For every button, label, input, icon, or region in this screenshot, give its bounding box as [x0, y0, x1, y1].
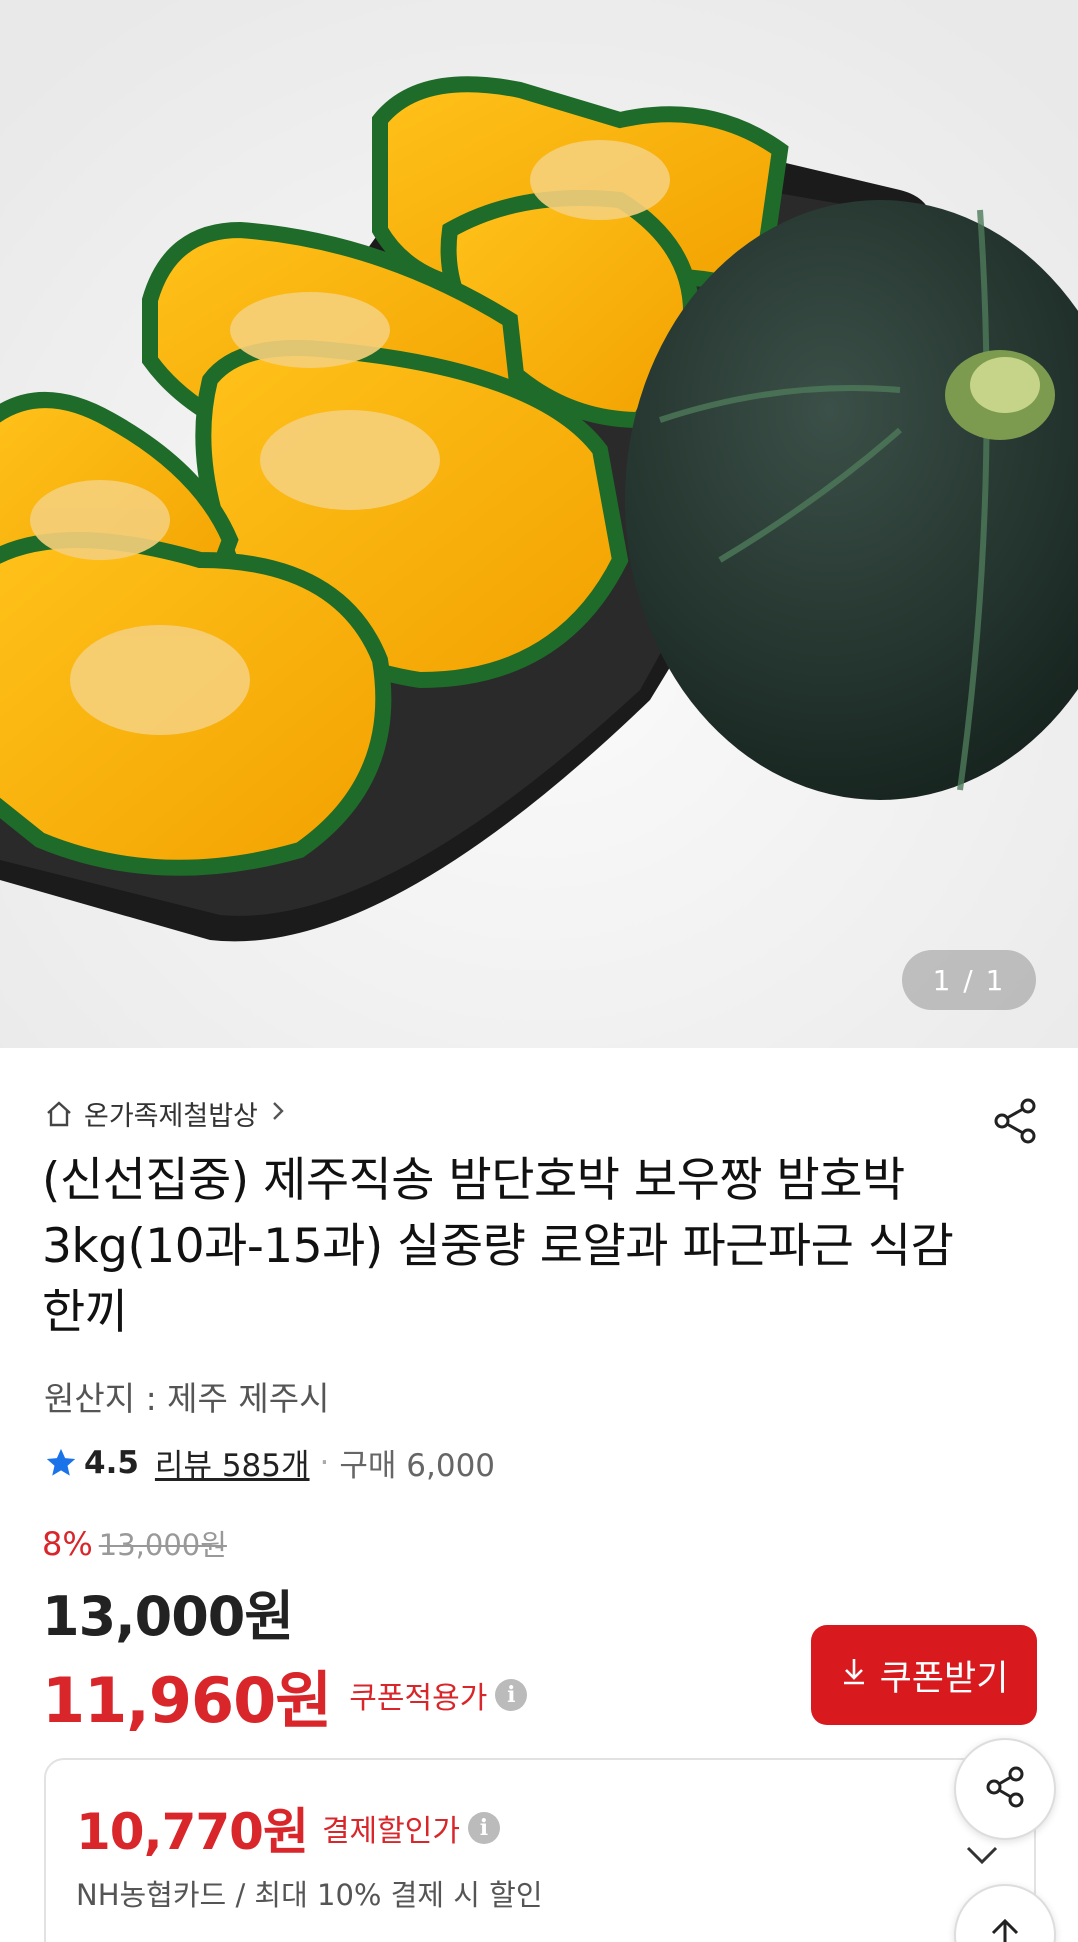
chevron-right-icon [270, 1100, 286, 1128]
sale-price: 13,000원 [42, 1585, 294, 1648]
discount-percent: 8% [42, 1525, 93, 1563]
share-icon[interactable] [990, 1096, 1040, 1146]
coupon-price-row: 11,960원 쿠폰적용가 i [42, 1650, 528, 1740]
home-icon [44, 1099, 74, 1129]
download-icon [840, 1655, 868, 1695]
floating-share-button[interactable] [954, 1738, 1056, 1840]
info-icon[interactable]: i [495, 1679, 528, 1711]
info-icon[interactable]: i [467, 1812, 500, 1844]
share-icon [980, 1762, 1030, 1816]
original-price: 13,000원 [98, 1528, 227, 1562]
breadcrumb-store-name[interactable]: 온가족제철밥상 [84, 1094, 258, 1133]
product-image[interactable]: 1 / 1 [0, 0, 1078, 1048]
coupon-price: 11,960원 [42, 1664, 332, 1737]
payment-price-label: 결제할인가 [321, 1814, 460, 1849]
review-link[interactable]: 리뷰 585개 [155, 1440, 310, 1485]
chevron-down-icon[interactable] [962, 1840, 1002, 1870]
product-origin: 원산지 : 제주 제주시 [44, 1379, 330, 1418]
arrow-up-icon [985, 1913, 1025, 1942]
image-counter: 1 / 1 [902, 950, 1036, 1010]
payment-discount-box[interactable]: 10,770원 결제할인가 i NH농협카드 / 최대 10% 결제 시 할인 [44, 1758, 1036, 1942]
breadcrumb[interactable]: 온가족제철밥상 [44, 1094, 286, 1133]
coupon-button-label: 쿠폰받기 [879, 1658, 1009, 1699]
coupon-download-button[interactable]: 쿠폰받기 [811, 1625, 1037, 1725]
pumpkin-photo [0, 0, 1078, 1048]
product-title: (신선집중) 제주직송 밤단호박 보우짱 밤호박 3kg(10과-15과) 실중… [42, 1153, 954, 1340]
payment-description: NH농협카드 / 최대 10% 결제 시 할인 [76, 1878, 543, 1912]
rating-row: 4.5 리뷰 585개 · 구매 6,000 [44, 1440, 495, 1485]
payment-price: 10,770원 [76, 1803, 309, 1861]
rating-score: 4.5 [84, 1444, 139, 1481]
purchase-count: 구매 6,000 [339, 1448, 496, 1484]
coupon-price-label: 쿠폰적용가 [349, 1681, 488, 1716]
star-icon [44, 1446, 78, 1480]
payment-price-row: 10,770원 결제할인가 i [76, 1792, 500, 1864]
discount-line: 8% 13,000원 [42, 1522, 227, 1564]
separator-dot: · [319, 1444, 330, 1481]
